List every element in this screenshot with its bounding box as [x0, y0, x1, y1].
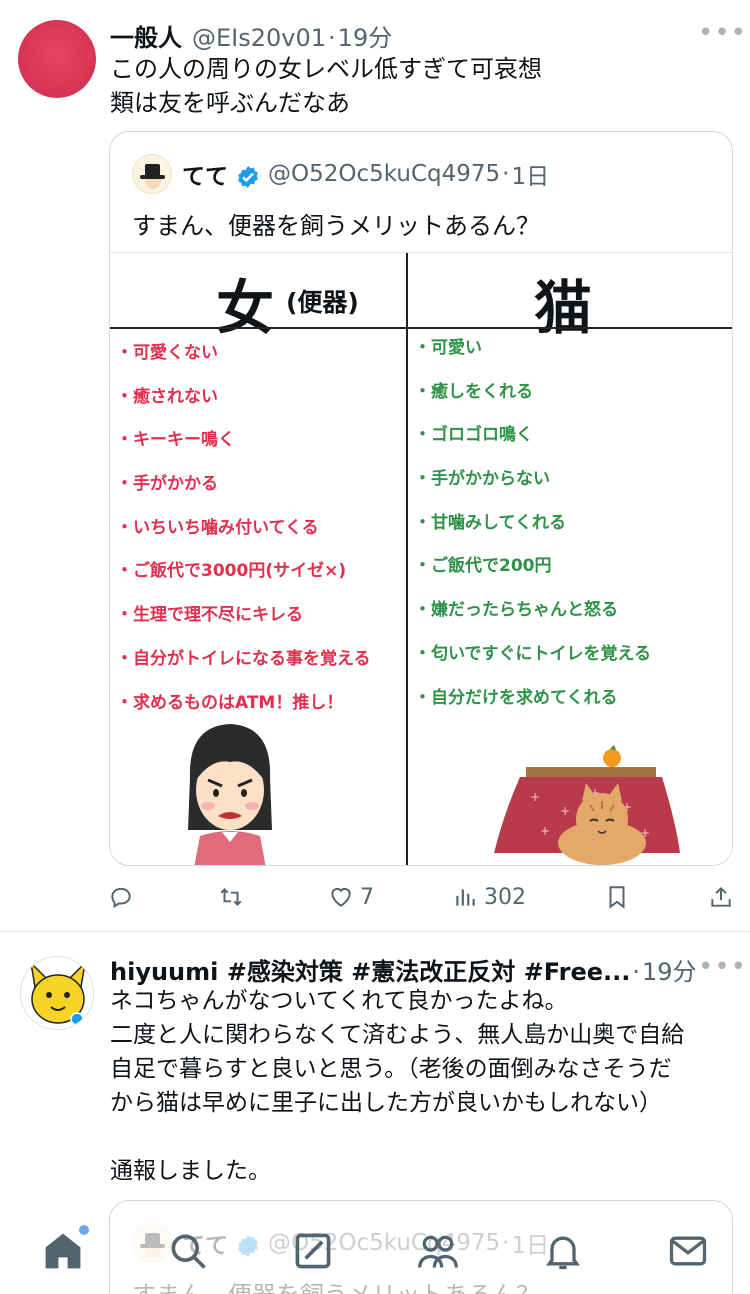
tweet-text-line: から猫は早めに里子に出した方が良いかもしれない） — [110, 1090, 662, 1116]
tweet-actions: 7 302 — [108, 884, 734, 910]
tweet-text-line: 通報しました。 — [110, 1158, 271, 1184]
avatar[interactable] — [20, 956, 94, 1030]
left-heading-sub: (便器) — [286, 288, 359, 317]
share-button[interactable] — [708, 884, 734, 910]
comparison-image[interactable]: 女 (便器) 猫 ・可愛くない ・癒されない ・キーキー鳴く ・手がかかる ・い… — [110, 252, 732, 865]
reply-button[interactable] — [108, 884, 140, 910]
home-icon — [45, 1233, 80, 1269]
heart-icon — [331, 887, 351, 907]
more-options-icon[interactable]: ••• — [698, 18, 747, 48]
left-list-item: ・生理で理不尽にキレる — [116, 605, 303, 626]
tab-notifications[interactable] — [533, 1221, 593, 1281]
tab-search[interactable] — [158, 1221, 218, 1281]
tab-communities[interactable] — [408, 1221, 468, 1281]
left-heading: 女 — [216, 274, 275, 342]
cat-kotatsu-illustration: ++++ + + — [494, 745, 680, 865]
tweet-text-line: 自足で暮らすと良いと思う。（老後の面倒みなさそうだ — [110, 1056, 672, 1082]
verified-badge-icon — [238, 166, 258, 188]
share-icon — [711, 886, 731, 907]
quoted-avatar[interactable] — [132, 154, 172, 194]
right-list-item: ・手がかからない — [414, 469, 550, 490]
tweet-text-line: 類は友を呼ぶんだなあ — [110, 89, 350, 117]
left-list: ・可愛くない ・癒されない ・キーキー鳴く ・手がかかる ・いちいち噛み付いてく… — [116, 338, 371, 731]
left-list-item: ・キーキー鳴く — [116, 430, 235, 451]
left-list-item: ・可愛くない — [116, 343, 218, 363]
tweet-text-line: ネコちゃんがなついてくれて良かったよね。 — [110, 988, 568, 1014]
like-count: 7 — [360, 884, 374, 910]
angry-woman-illustration — [188, 724, 272, 865]
display-name[interactable]: hiyuumi #感染対策 #憲法改正反対 #Free... — [110, 952, 630, 987]
communities-icon — [417, 1235, 458, 1268]
left-list-item: ・手がかかる — [116, 474, 218, 495]
tweet-text: ネコちゃんがなついてくれて良かったよね。 二度と人に関わらなくて済むよう、無人島… — [110, 984, 684, 1188]
separator-dot: · — [328, 24, 336, 52]
timestamp[interactable]: 19分 — [338, 18, 393, 53]
table-divider — [110, 327, 732, 329]
tweet-header: hiyuumi #感染対策 #憲法改正反対 #Free... · 19分 — [110, 952, 697, 987]
yellow-character-avatar — [21, 957, 93, 1029]
tab-home[interactable] — [33, 1221, 93, 1281]
bottom-tab-bar — [0, 1208, 750, 1294]
tweet-text-line: 二度と人に関わらなくて済むよう、無人島か山奥で自給 — [110, 1022, 685, 1048]
bookmark-button[interactable] — [604, 884, 630, 910]
separator-dot: · — [632, 958, 640, 986]
tweet-text-line: この人の周りの女レベル低すぎて可哀想 — [110, 55, 542, 83]
quoted-user-handle[interactable]: @O52Oc5kuCq4975 — [268, 161, 500, 187]
quoted-display-name[interactable]: てて — [182, 157, 228, 191]
tweet-header: 一般人 @EIs20v01 · 19分 — [110, 18, 392, 53]
left-list-item: ・癒されない — [116, 386, 218, 407]
retweet-icon — [220, 888, 242, 906]
compose-icon — [295, 1233, 330, 1269]
bell-icon — [545, 1236, 580, 1270]
user-handle[interactable]: @EIs20v01 — [192, 24, 326, 52]
right-list-item: ・ゴロゴロ鳴く — [414, 425, 533, 446]
avatar[interactable] — [18, 20, 96, 98]
left-list-item: ・いちいち噛み付いてくる — [116, 517, 319, 538]
new-content-dot — [78, 1225, 89, 1235]
right-list-item: ・嫌だったらちゃんと怒る — [414, 600, 618, 621]
bar-chart-icon — [456, 889, 475, 906]
tweet-text: この人の周りの女レベル低すぎて可哀想 類は友を呼ぶんだなあ — [110, 52, 542, 120]
right-list-item: ・甘噛みしてくれる — [414, 512, 566, 533]
svg-text:+: + — [540, 824, 550, 838]
right-list: ・可愛い ・癒しをくれる ・ゴロゴロ鳴く ・手がかからない ・甘噛みしてくれる … — [414, 333, 651, 726]
more-options-icon[interactable]: ••• — [698, 952, 747, 982]
quoted-tweet-header: てて @O52Oc5kuCq4975 · 1日 — [132, 154, 549, 194]
tweet-text-line — [110, 1120, 684, 1154]
right-list-item: ・可愛い — [414, 338, 482, 358]
views-button[interactable]: 302 — [452, 884, 526, 910]
mail-icon — [669, 1236, 706, 1266]
right-list-item: ・ご飯代で200円 — [414, 556, 552, 577]
right-list-item: ・癒しをくれる — [414, 381, 533, 402]
retweet-button[interactable] — [218, 884, 250, 910]
quoted-timestamp[interactable]: 1日 — [511, 157, 549, 191]
left-list-item: ・自分がトイレになる事を覚える — [116, 648, 371, 669]
display-name[interactable]: 一般人 — [110, 18, 182, 53]
quoted-tweet[interactable]: てて @O52Oc5kuCq4975 · 1日 すまん、便器を飼うメリットあるん… — [109, 131, 733, 866]
right-list-item: ・自分だけを求めてくれる — [414, 687, 618, 708]
tab-messages[interactable] — [658, 1221, 718, 1281]
timestamp[interactable]: 19分 — [642, 952, 697, 987]
tab-compose[interactable] — [283, 1221, 343, 1281]
like-button[interactable]: 7 — [328, 884, 374, 910]
right-list-item: ・匂いですぐにトイレを覚える — [414, 643, 651, 664]
column-divider — [406, 253, 408, 865]
svg-text:+: + — [530, 790, 540, 804]
views-count: 302 — [484, 884, 526, 910]
separator-dot: · — [502, 161, 510, 187]
left-list-item: ・ご飯代で3000円(サイゼ×) — [116, 561, 347, 582]
bookmark-icon — [609, 886, 625, 909]
tweet[interactable]: 一般人 @EIs20v01 · 19分 ••• この人の周りの女レベル低すぎて可… — [0, 0, 750, 930]
search-icon — [171, 1234, 206, 1269]
svg-text:+: + — [560, 804, 570, 818]
quoted-tweet-text: すまん、便器を飼うメリットあるん？ — [132, 212, 540, 240]
reply-icon — [111, 887, 131, 909]
